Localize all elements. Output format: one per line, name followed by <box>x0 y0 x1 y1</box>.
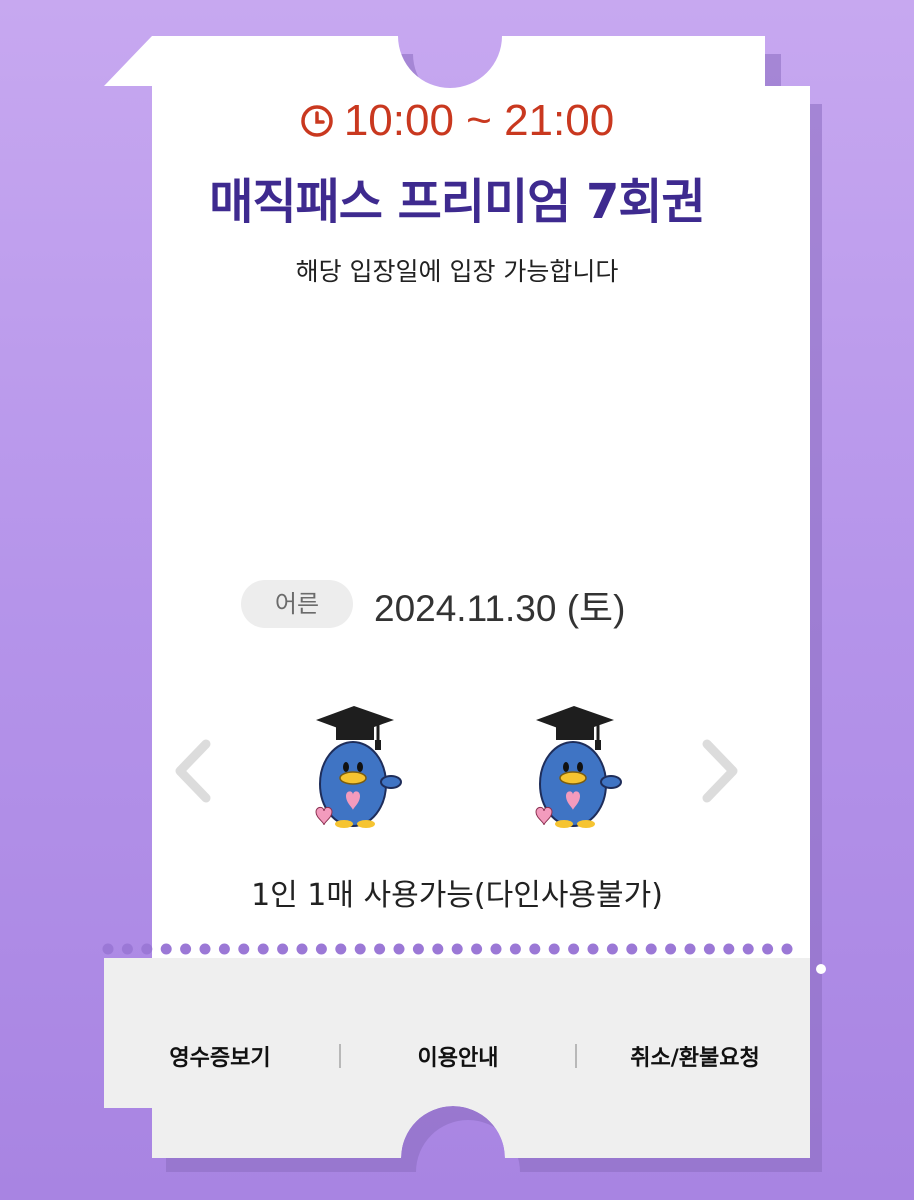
penguin-graduate-mascot <box>535 706 622 828</box>
penguin-graduate-mascot <box>315 706 402 828</box>
operating-hours: 10:00 ~ 21:00 <box>0 96 914 146</box>
footer-divider <box>339 1044 341 1068</box>
chevron-left-icon[interactable] <box>168 736 218 806</box>
operating-hours-text: 10:00 ~ 21:00 <box>343 96 615 145</box>
entry-notice: 해당 입장일에 입장 가능합니다 <box>295 257 619 286</box>
ticket-title: 매직패스 프리미엄 7회권 <box>209 174 705 230</box>
chevron-right-icon[interactable] <box>695 736 745 806</box>
ticket-type-badge: 어른 <box>241 580 353 628</box>
usage-guide-button[interactable]: 이용안내 <box>368 1040 548 1072</box>
cancel-refund-button[interactable]: 취소/환불요청 <box>605 1040 785 1072</box>
visit-date: 2024.11.30 (토) <box>374 588 626 629</box>
receipt-button[interactable]: 영수증보기 <box>130 1040 310 1072</box>
clock-icon <box>301 105 333 137</box>
footer-divider <box>575 1044 577 1068</box>
usage-restriction: 1인 1매 사용가능(다인사용불가) <box>251 878 663 913</box>
